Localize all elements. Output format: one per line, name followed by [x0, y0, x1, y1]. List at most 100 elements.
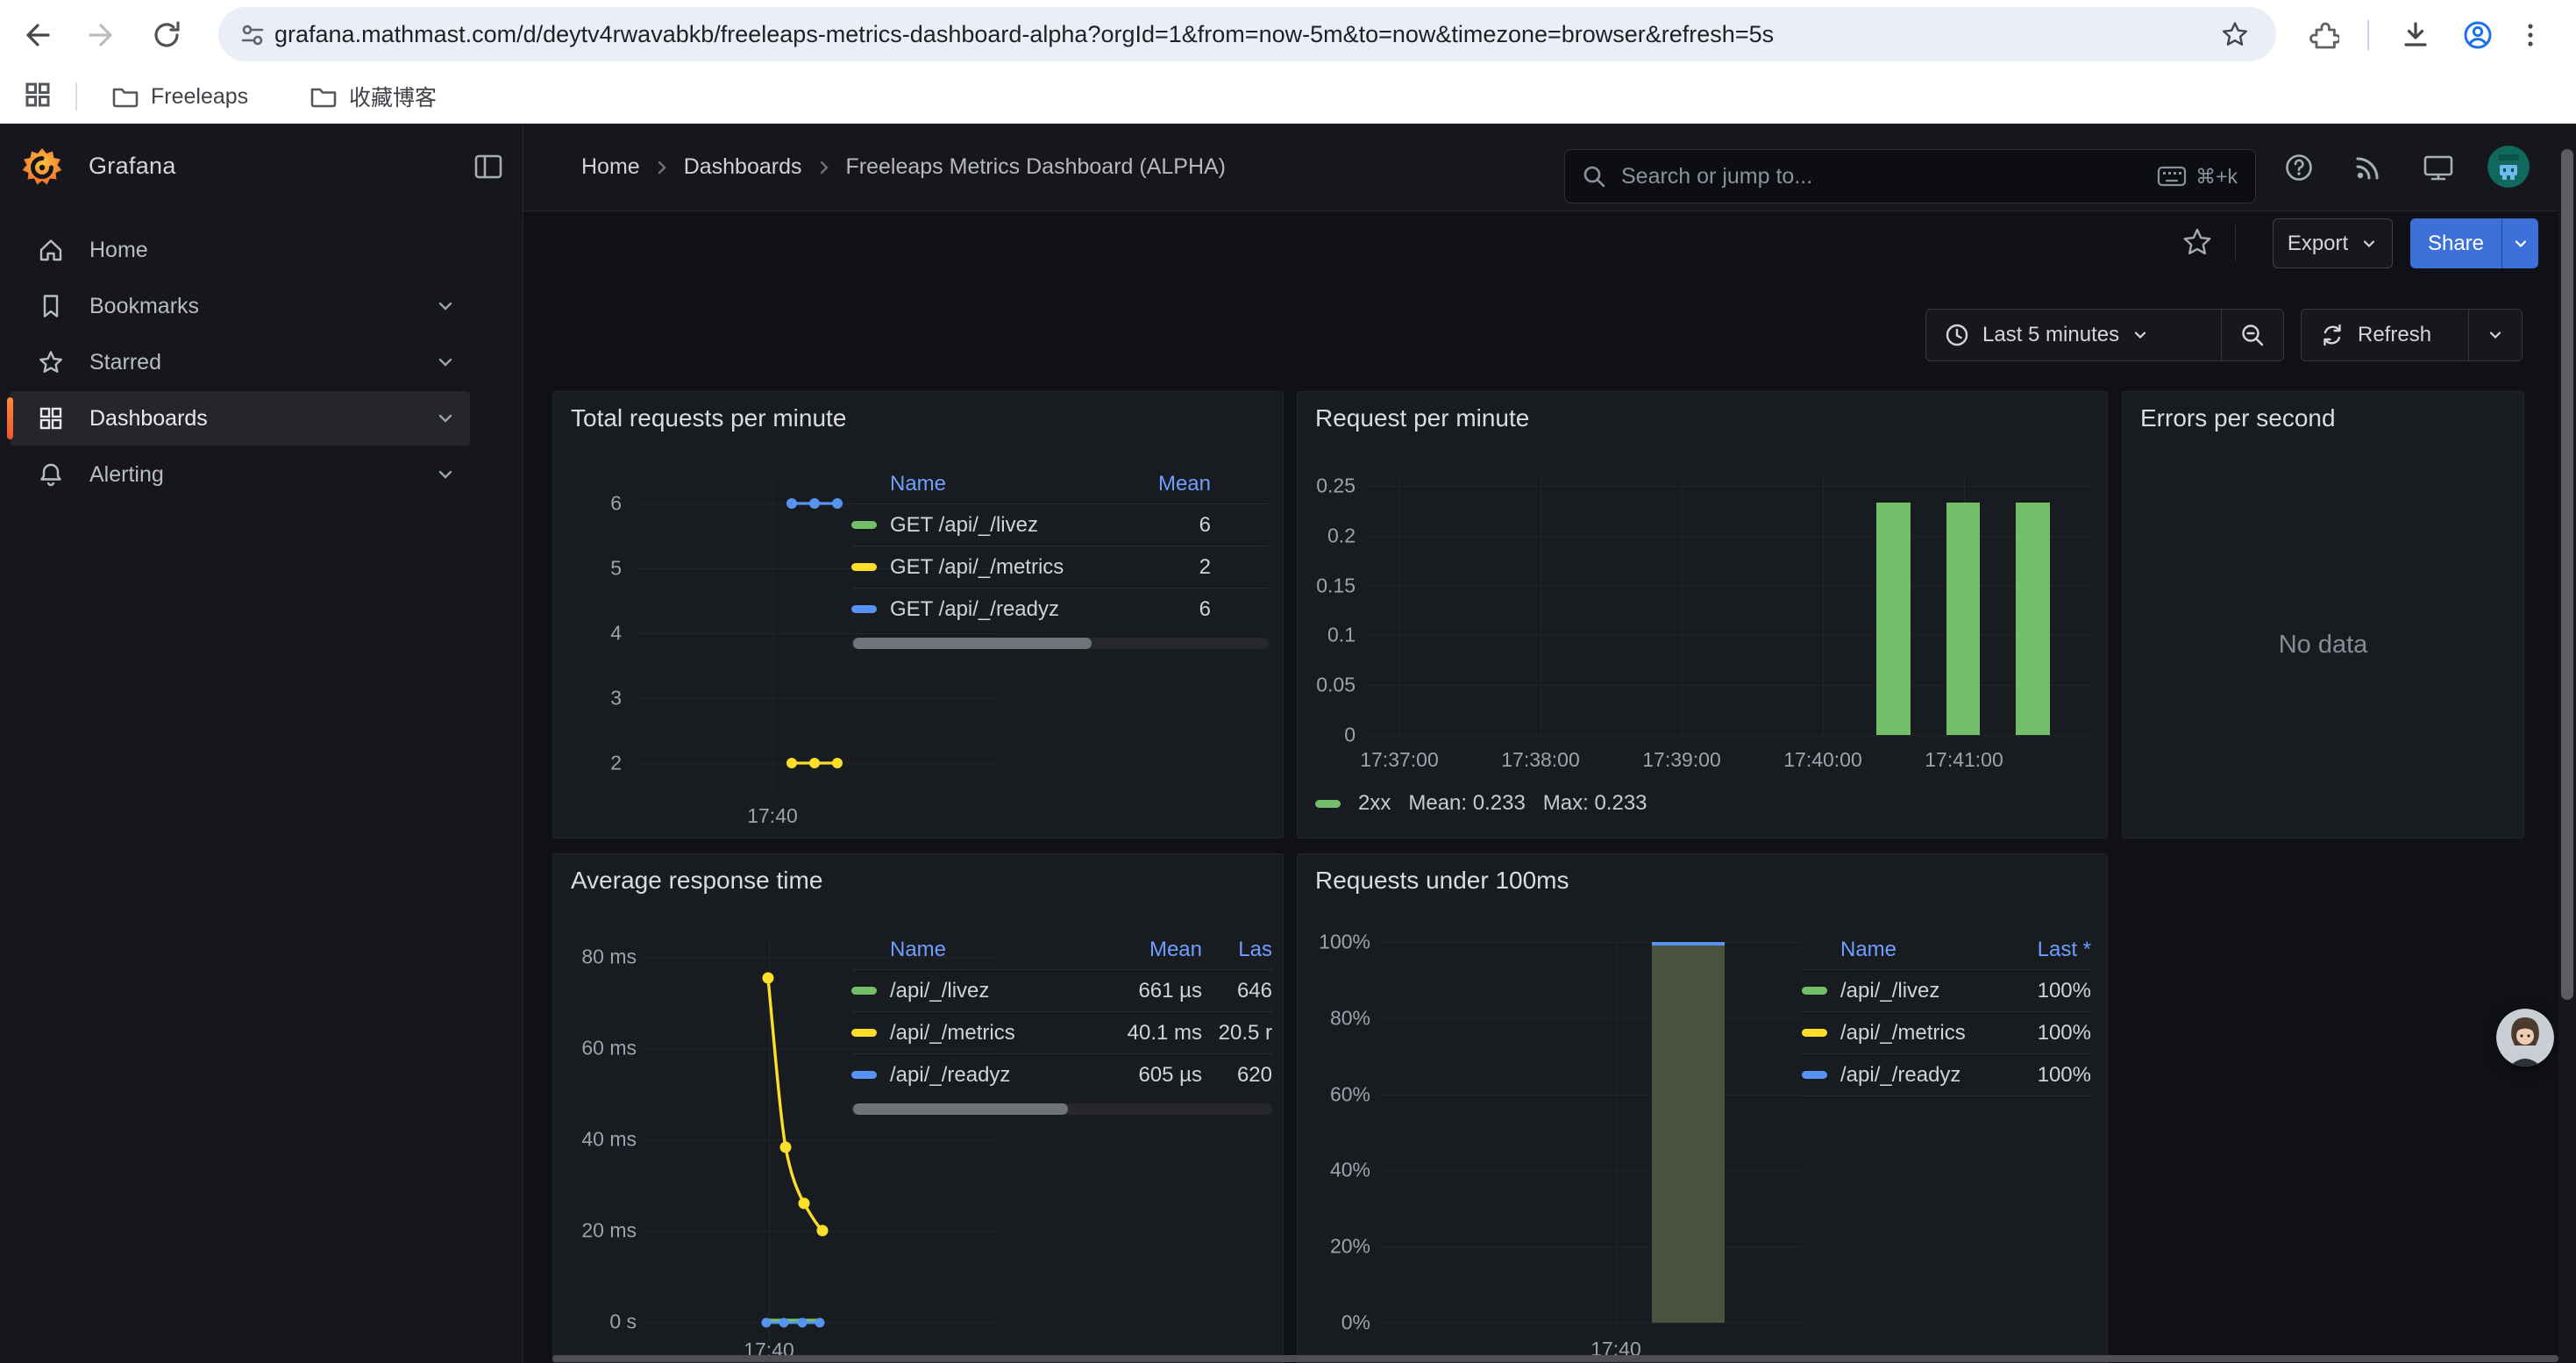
series-name: /api/_/readyz	[1840, 1063, 2003, 1088]
panel-title[interactable]: Requests under 100ms	[1315, 867, 1569, 895]
series-last: 100%	[2003, 1063, 2091, 1088]
bookmark-star-button[interactable]	[2220, 19, 2250, 49]
series-last: 646	[1202, 979, 1272, 1003]
y-tick: 80%	[1309, 1007, 1370, 1031]
browser-forward-button[interactable]	[84, 18, 119, 53]
keyboard-icon	[2157, 165, 2187, 188]
scrollbar-thumb[interactable]	[2561, 149, 2573, 1000]
sidebar-item-home[interactable]: Home	[11, 223, 470, 277]
legend-scrollbar[interactable]	[851, 1103, 1272, 1115]
legend-header-name[interactable]: Name	[1840, 938, 2003, 962]
downloads-button[interactable]	[2398, 18, 2433, 53]
legend-row[interactable]: /api/_/readyz 100%	[1802, 1053, 2091, 1096]
bookmark-folder-blogs[interactable]: 收藏博客	[309, 80, 437, 113]
panel-title[interactable]: Average response time	[571, 867, 822, 895]
favorite-dashboard-button[interactable]	[2180, 225, 2215, 260]
legend-row[interactable]: /api/_/livez 100%	[1802, 969, 2091, 1011]
search-box[interactable]: ⌘+k	[1564, 149, 2256, 203]
browser-reload-button[interactable]	[149, 18, 184, 53]
refresh-controls: Refresh	[2301, 309, 2523, 361]
bar-2xx[interactable]	[1946, 503, 1980, 735]
legend-row[interactable]: /api/_/readyz 605 µs 620	[851, 1053, 1272, 1095]
bar-under-100ms[interactable]	[1652, 942, 1725, 1323]
series-color-pill	[1315, 800, 1341, 808]
share-menu-button[interactable]	[2501, 218, 2538, 268]
legend-row[interactable]: /api/_/livez 661 µs 646	[851, 969, 1272, 1011]
panel-title[interactable]: Request per minute	[1315, 404, 1529, 432]
breadcrumb-home[interactable]: Home	[581, 154, 640, 180]
y-tick: 60%	[1309, 1083, 1370, 1107]
time-range-picker[interactable]: Last 5 minutes	[1926, 310, 2221, 360]
refresh-interval-button[interactable]	[2468, 310, 2522, 360]
legend-row[interactable]: /api/_/metrics 40.1 ms 20.5 r	[851, 1011, 1272, 1053]
horizontal-scrollbar[interactable]	[552, 1355, 2558, 1362]
folder-icon	[110, 82, 140, 111]
address-bar[interactable]: grafana.mathmast.com/d/deytv4rwavabkb/fr…	[218, 7, 2276, 61]
legend-header-mean[interactable]: Mean	[1088, 938, 1202, 962]
legend-row[interactable]: GET /api/_/metrics 2	[851, 546, 1269, 588]
url-text[interactable]: grafana.mathmast.com/d/deytv4rwavabkb/fr…	[274, 21, 2276, 48]
share-button[interactable]: Share	[2410, 218, 2501, 268]
y-tick: 0.1	[1303, 624, 1356, 647]
display-button[interactable]	[2421, 150, 2456, 185]
series-color-pill	[851, 521, 877, 529]
actions-divider	[2235, 225, 2236, 261]
news-button[interactable]	[2351, 150, 2386, 185]
panel-title[interactable]: Total requests per minute	[571, 404, 846, 432]
gridline	[1381, 1170, 1802, 1171]
sidebar-item-label: Alerting	[89, 462, 164, 488]
x-tick: 17:40:00	[1783, 748, 1862, 772]
gridline	[1368, 635, 2092, 636]
chevron-down-icon[interactable]	[435, 464, 456, 485]
chevron-down-icon	[2512, 235, 2530, 253]
sidebar-item-bookmarks[interactable]: Bookmarks	[11, 279, 470, 333]
chevron-down-icon[interactable]	[435, 352, 456, 373]
sidebar-toggle-button[interactable]	[472, 150, 507, 185]
refresh-button[interactable]: Refresh	[2302, 310, 2468, 360]
y-tick: 6	[569, 492, 622, 516]
series-name: /api/_/readyz	[890, 1063, 1088, 1088]
search-input[interactable]	[1619, 163, 2157, 190]
y-tick: 0%	[1309, 1311, 1370, 1335]
chevron-down-icon[interactable]	[435, 296, 456, 317]
sidebar-item-alerting[interactable]: Alerting	[11, 447, 470, 502]
browser-profile-button[interactable]	[2460, 18, 2495, 53]
legend-header-name[interactable]: Name	[890, 938, 1088, 962]
breadcrumb-dashboards[interactable]: Dashboards	[684, 154, 802, 180]
help-button[interactable]	[2281, 150, 2316, 185]
legend-header-last[interactable]: Las	[1202, 938, 1272, 962]
export-button[interactable]: Export	[2273, 218, 2393, 268]
panel-title[interactable]: Errors per second	[2140, 404, 2336, 432]
bar-2xx[interactable]	[2016, 503, 2050, 735]
gridline	[1368, 486, 2092, 487]
legend-header-name[interactable]: Name	[890, 472, 1149, 496]
bookmark-folder-freeleaps[interactable]: Freeleaps	[110, 80, 248, 113]
legend-row[interactable]: GET /api/_/readyz 6	[851, 588, 1269, 630]
browser-back-button[interactable]	[19, 18, 54, 53]
legend-header-last[interactable]: Last *	[2003, 938, 2091, 962]
browser-menu-button[interactable]	[2513, 18, 2548, 53]
legend-header-mean[interactable]: Mean	[1149, 472, 1269, 496]
sidebar-item-label: Dashboards	[89, 406, 208, 432]
apps-grid-button[interactable]	[21, 78, 56, 113]
user-avatar[interactable]	[2487, 146, 2530, 188]
panel-legend[interactable]: 2xx Mean: 0.233 Max: 0.233	[1315, 791, 1647, 816]
x-tick: 17:38:00	[1501, 748, 1580, 772]
grafana-app: Grafana Home Dashboards Freeleaps Metric…	[0, 124, 2576, 1363]
legend-row[interactable]: /api/_/metrics 100%	[1802, 1011, 2091, 1053]
sidebar-item-starred[interactable]: Starred	[11, 335, 470, 389]
chevron-right-icon	[652, 158, 672, 177]
extensions-button[interactable]	[2304, 18, 2339, 53]
sidebar-item-dashboards[interactable]: Dashboards	[11, 391, 470, 446]
assistant-avatar[interactable]	[2496, 1009, 2554, 1067]
grafana-logo[interactable]	[21, 146, 63, 189]
legend-scrollbar[interactable]	[851, 638, 1269, 649]
site-settings-icon[interactable]	[238, 20, 267, 50]
bell-icon	[37, 460, 65, 489]
legend-row[interactable]: GET /api/_/livez 6	[851, 503, 1269, 546]
zoom-out-button[interactable]	[2221, 310, 2283, 360]
chevron-down-icon[interactable]	[435, 408, 456, 429]
gridline	[1381, 1323, 1802, 1324]
vertical-scrollbar[interactable]	[2558, 124, 2576, 1363]
bar-2xx[interactable]	[1876, 503, 1911, 735]
